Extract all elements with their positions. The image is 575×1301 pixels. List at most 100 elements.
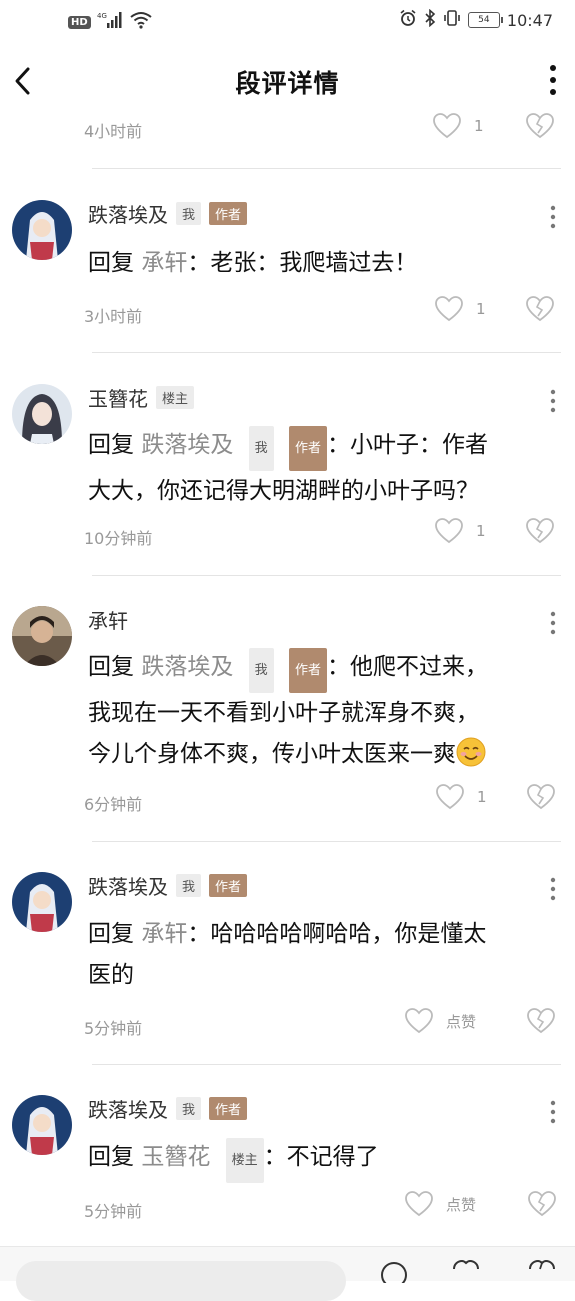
smiling-face-icon	[456, 737, 486, 767]
like-label: 点赞	[446, 1012, 477, 1031]
heart-icon	[433, 113, 461, 139]
heart-icon	[435, 518, 463, 544]
tag-author: 作者	[209, 874, 248, 897]
bottom-bar	[0, 1246, 575, 1301]
clock-time: 10:47	[506, 10, 553, 30]
like-button[interactable]: 1	[434, 517, 486, 545]
comment-time: 5分钟前	[84, 1019, 143, 1038]
more-options-button[interactable]	[543, 60, 563, 100]
username[interactable]: 玉簪花	[88, 383, 148, 412]
tag-author: 作者	[288, 648, 327, 693]
more-vertical-icon	[550, 1100, 556, 1124]
more-vertical-icon	[550, 205, 556, 229]
like-count: 1	[477, 788, 487, 806]
divider	[92, 1064, 561, 1065]
comment-text: ：哈哈哈哈啊哈哈，你是懂太	[187, 921, 487, 947]
user-row: 跌落埃及 我 作者	[88, 871, 248, 900]
signal-icon: 4G	[97, 11, 123, 33]
reply-target[interactable]: 承轩	[141, 921, 187, 947]
more-vertical-icon	[550, 611, 556, 635]
comment-time: 4小时前	[84, 122, 143, 141]
hd-badge: HD	[68, 15, 91, 29]
reply-target[interactable]: 玉簪花	[141, 1144, 210, 1170]
username[interactable]: 承轩	[88, 605, 128, 634]
comment-body: 回复 跌落埃及 我 作者 ：小叶子：作者 大大，你还记得大明湖畔的小叶子吗？	[88, 425, 558, 512]
dislike-button[interactable]	[524, 295, 556, 327]
reply-label: 回复	[88, 654, 134, 680]
tag-me: 我	[248, 426, 274, 471]
heart-icon[interactable]	[450, 1259, 482, 1287]
username[interactable]: 跌落埃及	[88, 1094, 168, 1123]
dislike-button[interactable]	[526, 1190, 558, 1222]
more-vertical-icon	[550, 389, 556, 413]
broken-heart-icon	[526, 296, 554, 322]
comment-input[interactable]	[16, 1261, 346, 1301]
user-row: 跌落埃及 我 作者	[88, 199, 248, 228]
alarm-icon	[399, 9, 417, 31]
comment-text: 医的	[88, 962, 134, 988]
tag-me: 我	[248, 648, 274, 693]
reply-target[interactable]: 跌落埃及	[141, 432, 233, 458]
status-right: 54 10:47	[399, 8, 553, 31]
dislike-button[interactable]	[525, 783, 557, 815]
tag-me: 我	[176, 202, 202, 225]
dislike-button[interactable]	[525, 1007, 557, 1039]
comment-more-button[interactable]	[545, 1098, 561, 1128]
tag-author: 作者	[209, 202, 248, 225]
avatar[interactable]	[12, 606, 72, 666]
broken-heart-icon	[526, 113, 554, 139]
reply-label: 回复	[88, 432, 134, 458]
reply-target[interactable]: 承轩	[141, 250, 187, 276]
like-label: 点赞	[446, 1195, 477, 1214]
comment-text: ：小叶子：作者	[326, 432, 488, 458]
dislike-button[interactable]	[524, 112, 556, 144]
comment-text: ：不记得了	[263, 1144, 379, 1170]
like-button[interactable]: 1	[432, 112, 484, 140]
avatar[interactable]	[12, 872, 72, 932]
reply-target[interactable]: 跌落埃及	[141, 654, 233, 680]
comment-body: 回复 承轩：哈哈哈哈啊哈哈，你是懂太 医的	[88, 914, 558, 996]
dislike-button[interactable]	[524, 517, 556, 549]
tag-me: 我	[176, 874, 202, 897]
user-row: 玉簪花 楼主	[88, 383, 195, 412]
comment-more-button[interactable]	[545, 609, 561, 639]
username[interactable]: 跌落埃及	[88, 871, 168, 900]
heart-icon	[436, 784, 464, 810]
avatar[interactable]	[12, 384, 72, 444]
comment-time: 3小时前	[84, 307, 143, 326]
comment-more-button[interactable]	[545, 387, 561, 417]
like-count: 1	[476, 522, 486, 540]
avatar[interactable]	[12, 1095, 72, 1155]
user-row: 跌落埃及 我 作者	[88, 1094, 248, 1123]
broken-heart-icon	[526, 518, 554, 544]
like-button[interactable]: 1	[435, 783, 487, 811]
like-count: 1	[474, 117, 484, 135]
signal-type: 4G	[97, 12, 107, 20]
wifi-icon	[129, 11, 153, 33]
comment-text: ：老张：我爬墙过去！	[187, 250, 418, 276]
reply-label: 回复	[88, 921, 134, 947]
comment-text: ：他爬不过来，	[326, 654, 488, 680]
comment-time: 6分钟前	[84, 795, 143, 814]
more-vertical-icon	[550, 877, 556, 901]
status-bar: HD 4G 54 10:47	[0, 0, 575, 42]
broken-heart-icon	[528, 1191, 556, 1217]
divider	[92, 168, 561, 169]
comment-body: 回复 玉簪花 楼主 ：不记得了	[88, 1137, 558, 1183]
comment-icon[interactable]	[378, 1259, 410, 1288]
more-vertical-icon	[550, 65, 556, 95]
username[interactable]: 跌落埃及	[88, 199, 168, 228]
comment-more-button[interactable]	[545, 875, 561, 905]
broken-heart-icon[interactable]	[526, 1259, 558, 1287]
avatar[interactable]	[12, 200, 72, 260]
comment-more-button[interactable]	[545, 203, 561, 233]
like-button[interactable]: 点赞	[404, 1007, 476, 1035]
nav-bar: 段评详情	[0, 42, 575, 114]
like-button[interactable]: 点赞	[404, 1190, 476, 1218]
tag-owner: 楼主	[225, 1138, 264, 1183]
heart-icon	[435, 296, 463, 322]
like-count: 1	[476, 300, 486, 318]
divider	[92, 575, 561, 576]
status-left: HD 4G	[68, 11, 153, 33]
like-button[interactable]: 1	[434, 295, 486, 323]
